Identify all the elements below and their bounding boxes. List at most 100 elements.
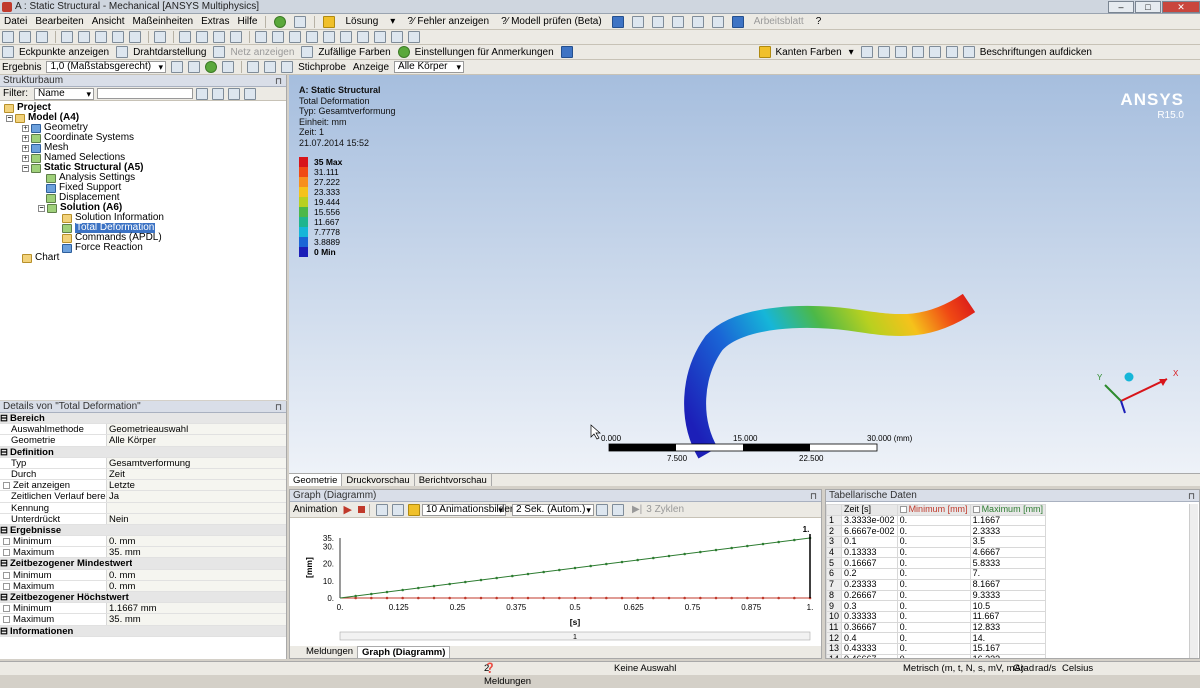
row-value[interactable] (107, 502, 286, 513)
label-icon[interactable] (391, 31, 403, 43)
row-checkbox[interactable] (3, 482, 10, 490)
wireframe-icon[interactable] (374, 31, 386, 43)
zoom-in-icon[interactable] (289, 31, 301, 43)
temp-unit[interactable]: Celsius (1062, 662, 1093, 675)
details-section[interactable]: ⊟ Zeitbezogener Höchstwert (0, 592, 286, 604)
menu-datei[interactable]: Datei (4, 16, 27, 27)
units-status[interactable]: Metrisch (m, t, N, s, mV, mA) (903, 662, 1024, 675)
wireframe-button[interactable]: Drahtdarstellung (131, 47, 208, 58)
tree-node-coordinate-systems[interactable]: + Coordinate Systems (22, 133, 134, 143)
menu-ansicht[interactable]: Ansicht (92, 16, 125, 27)
random-colors-button[interactable]: Zufällige Farben (316, 47, 392, 58)
details-row[interactable]: Zeit anzeigen Letzte (0, 480, 286, 492)
details-row[interactable]: Maximum 0. mm (0, 580, 286, 592)
table-row[interactable]: 6 0.2 0. 7. (826, 568, 1047, 580)
edge-style-2-icon[interactable] (877, 46, 890, 58)
new-branch-icon[interactable] (294, 15, 307, 28)
deformed-beam[interactable] (684, 293, 976, 459)
stop-icon[interactable] (357, 506, 365, 513)
vector-icon[interactable] (222, 61, 235, 73)
worksheet-button[interactable]: Arbeitsblatt (752, 16, 806, 27)
details-row[interactable]: Auswahlmethode Geometrieauswahl (0, 424, 286, 436)
model-icon[interactable] (560, 46, 573, 58)
details-row[interactable]: Minimum 0. mm (0, 569, 286, 581)
col-time[interactable]: Zeit [s] (841, 504, 898, 516)
collapse-icon[interactable] (212, 87, 224, 100)
box-zoom-icon[interactable] (230, 31, 242, 43)
row-value[interactable]: 0. mm (107, 580, 286, 591)
table-row[interactable]: 13 0.43333 0. 15.167 (826, 642, 1047, 655)
table-row[interactable]: 12 0.4 0. 14. (826, 632, 1047, 644)
angle-unit[interactable]: Grad (1013, 662, 1034, 675)
zoom-out-icon[interactable] (306, 31, 318, 43)
edge-style-1-icon[interactable] (860, 46, 873, 58)
row-value[interactable]: Ja (107, 491, 286, 502)
edges-icon[interactable] (188, 61, 201, 73)
vertex-icon[interactable] (36, 31, 48, 43)
row-checkbox[interactable] (3, 605, 10, 613)
bulb-icon[interactable] (407, 503, 420, 516)
details-row[interactable]: Unterdrückt Nein (0, 513, 286, 525)
maximize-button[interactable]: □ (1135, 0, 1161, 13)
details-section[interactable]: ⊟ Informationen (0, 625, 286, 637)
details-section[interactable]: ⊟ Zeitbezogener Mindestwert (0, 558, 286, 570)
col-maximum[interactable]: Maximum [mm] (969, 504, 1047, 516)
mesh-select-icon[interactable] (129, 31, 141, 43)
row-value[interactable]: 35. mm (107, 614, 286, 625)
menu-hilfe[interactable]: Hilfe (237, 16, 257, 27)
scale-dropdown[interactable]: 1,0 (Maßstabsgerecht) (46, 61, 167, 73)
refresh-icon[interactable] (196, 87, 208, 100)
distributed-icon[interactable] (391, 503, 404, 516)
row-value[interactable]: Geometrieauswahl (107, 424, 286, 435)
details-row[interactable]: Typ Gesamtverformung (0, 457, 286, 469)
details-section[interactable]: ⊟ Ergebnisse (0, 524, 286, 537)
annotation-settings-button[interactable]: Einstellungen für Anmerkungen (413, 47, 556, 58)
tab-geometry[interactable]: Geometrie (289, 474, 343, 486)
show-errors-button[interactable]: ?⁄ Fehler anzeigen (405, 16, 491, 27)
comment-icon[interactable] (671, 15, 684, 28)
export-icon[interactable] (731, 15, 744, 28)
pan-icon[interactable] (196, 31, 208, 43)
image-icon[interactable] (651, 15, 664, 28)
row-value[interactable]: 35. mm (107, 547, 286, 558)
add-icon[interactable] (244, 87, 256, 100)
table-row[interactable]: 5 0.16667 0. 5.8333 (826, 557, 1047, 570)
details-row[interactable]: Maximum 35. mm (0, 614, 286, 626)
check-icon[interactable] (274, 15, 287, 28)
table-row[interactable]: 9 0.3 0. 10.5 (826, 600, 1047, 612)
menu-masseinheiten[interactable]: Maßeinheiten (133, 16, 194, 27)
previous-view-icon[interactable] (323, 31, 335, 43)
solve-icon[interactable] (323, 15, 336, 28)
iso-view-icon[interactable] (357, 31, 369, 43)
face-select-icon[interactable] (78, 31, 90, 43)
triad[interactable]: X Y (1097, 369, 1179, 414)
row-value[interactable]: Nein (107, 513, 286, 524)
details-row[interactable]: Kennung (0, 502, 286, 514)
chart-icon[interactable] (631, 15, 644, 28)
speed-dropdown[interactable]: 2 Sek. (Autom.) (511, 503, 594, 516)
details-section[interactable]: ⊟ Definition (0, 446, 286, 458)
row-value[interactable]: Zeit (107, 468, 286, 480)
table-icon[interactable] (611, 15, 624, 28)
show-mesh-button[interactable]: Netz anzeigen (228, 47, 296, 58)
row-checkbox[interactable] (3, 582, 10, 590)
details-row[interactable]: Durch Zeit (0, 468, 286, 481)
edge-select-icon[interactable] (61, 31, 73, 43)
cycles-label[interactable]: 3 Zyklen (646, 504, 684, 515)
edge-style-5-icon[interactable] (928, 46, 941, 58)
edge-style-4-icon[interactable] (911, 46, 924, 58)
magnifier-icon[interactable] (272, 31, 284, 43)
max-icon[interactable] (247, 61, 260, 73)
graphics-viewport[interactable]: A: Static Structural Total Deformation T… (289, 75, 1200, 473)
tab-print-preview[interactable]: Druckvorschau (342, 474, 415, 486)
edge-colors-button[interactable]: Kanten Farben (774, 47, 844, 58)
next-view-icon[interactable] (340, 31, 352, 43)
pointer-icon[interactable] (19, 31, 31, 43)
pin-icon[interactable]: ⊓ (275, 401, 282, 413)
table-row[interactable]: 7 0.23333 0. 8.1667 (826, 578, 1047, 591)
table-scrollbar[interactable] (1189, 504, 1198, 658)
tab-report-preview[interactable]: Berichtvorschau (415, 474, 492, 486)
color-icon[interactable] (205, 61, 218, 73)
frames-icon[interactable] (375, 503, 388, 516)
menu-extras[interactable]: Extras (201, 16, 229, 27)
